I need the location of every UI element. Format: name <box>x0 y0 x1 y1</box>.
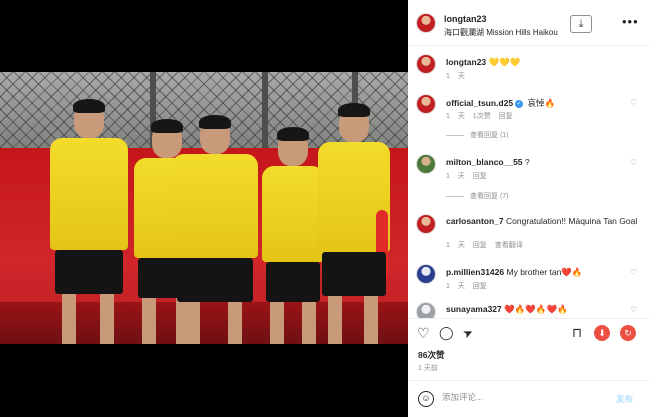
comment-body: ❤️🔥❤️🔥❤️🔥 <box>504 304 568 314</box>
comment-text: longtan23 💛💛💛 <box>446 57 520 68</box>
comment-meta: 1 天 回复 <box>446 281 487 291</box>
player-figure <box>172 115 258 344</box>
comment-icon[interactable]: ◯ <box>439 325 454 341</box>
repost-circle-icon[interactable]: ↻ <box>620 325 636 341</box>
comment-like-icon[interactable]: ♡ <box>630 218 637 227</box>
comment-meta: 1 天 回复 <box>446 171 487 181</box>
comment-text: carlosanton_7 Congratulation!! Máquina T… <box>446 216 642 227</box>
comment-like-icon[interactable]: ♡ <box>630 305 637 314</box>
reply-link[interactable]: 回复 <box>473 242 487 249</box>
comment-text: p.millien31426 My brother tan❤️🔥 <box>446 267 582 278</box>
player-figure <box>262 127 324 344</box>
post-photo[interactable] <box>0 72 408 344</box>
comment-meta: 1 天 回复 查看翻译 <box>446 240 523 250</box>
comment-body: 💛💛💛 <box>488 57 521 67</box>
comment-time: 1 天 <box>446 283 465 290</box>
comment-body: ? <box>524 157 530 167</box>
like-count[interactable]: 86次赞 <box>418 349 444 361</box>
commenter-avatar[interactable] <box>416 94 436 114</box>
post-location[interactable]: 海口觀瀾湖 Mission Hills Haikou <box>444 27 558 38</box>
post-header: longtan23 海口觀瀾湖 Mission Hills Haikou ⤓ •… <box>408 0 650 46</box>
comment-text: sunayama327 ❤️🔥❤️🔥❤️🔥 <box>446 304 568 315</box>
save-icon[interactable]: ⊓ <box>572 325 582 341</box>
comment-like-icon[interactable]: ♡ <box>630 268 637 277</box>
emoji-icon[interactable]: ☺ <box>418 391 434 407</box>
see-translation-link[interactable]: 查看翻译 <box>495 242 523 249</box>
commenter-username[interactable]: official_tsun.d25 <box>446 98 513 108</box>
comment-body: Congratulation!! Máquina Tan Goal <box>506 216 638 226</box>
reply-link[interactable]: 回复 <box>473 173 487 180</box>
commenter-username[interactable]: sunayama327 <box>446 304 502 314</box>
comment-time: 1 天 <box>446 242 465 249</box>
player-figure <box>318 103 390 344</box>
add-comment-bar: ☺ 发布 <box>408 380 650 417</box>
post-date: 1 天前 <box>418 365 438 372</box>
commenter-username[interactable]: p.millien31426 <box>446 267 504 277</box>
comment-like-icon[interactable]: ♡ <box>630 158 637 167</box>
commenter-avatar[interactable] <box>416 214 436 234</box>
share-icon[interactable]: ➤ <box>460 324 476 343</box>
comment-body: 哀悼🔥 <box>527 98 556 108</box>
post-action-bar: ♡ ◯ ➤ ⊓ ⬇ ↻ <box>408 318 650 346</box>
download-button[interactable]: ⤓ <box>570 15 592 33</box>
commenter-username[interactable]: longtan23 <box>446 57 486 67</box>
author-avatar[interactable] <box>416 13 436 33</box>
comment-text: official_tsun.d25 ✓ 哀悼🔥 <box>446 97 555 109</box>
view-replies-link[interactable]: 查看回复 (1) <box>446 130 509 140</box>
download-icon: ⤓ <box>578 17 584 30</box>
comment-meta: 1 天 1次赞 回复 <box>446 111 513 121</box>
comment-text: milton_blanco__55 ? <box>446 157 530 167</box>
post-detail-panel: longtan23 海口觀瀾湖 Mission Hills Haikou ⤓ •… <box>408 0 650 417</box>
commenter-username[interactable]: carlosanton_7 <box>446 216 504 226</box>
comment-item: sunayama327 ❤️🔥❤️🔥❤️🔥 ♡ <box>408 300 650 318</box>
commenter-avatar[interactable] <box>416 154 436 174</box>
commenter-avatar[interactable] <box>416 54 436 74</box>
comment-like-icon[interactable]: ♡ <box>630 98 637 107</box>
player-figure <box>50 99 128 344</box>
author-username[interactable]: longtan23 <box>444 14 487 24</box>
post-comment-button[interactable]: 发布 <box>616 393 633 405</box>
commenter-avatar[interactable] <box>416 264 436 284</box>
more-options-icon[interactable]: ••• <box>622 14 639 29</box>
view-replies-link[interactable]: 查看回复 (7) <box>446 191 509 201</box>
commenter-avatar[interactable] <box>416 302 436 318</box>
comment-time: 1 天 <box>446 113 465 120</box>
reply-link[interactable]: 回复 <box>499 113 513 120</box>
post-media <box>0 0 408 417</box>
comment-time: 1 天 <box>446 73 465 80</box>
commenter-username[interactable]: milton_blanco__55 <box>446 157 523 167</box>
like-icon[interactable]: ♡ <box>417 325 430 341</box>
comment-time: 1 天 <box>446 173 465 180</box>
verified-badge-icon: ✓ <box>515 99 524 108</box>
reply-link[interactable]: 回复 <box>473 283 487 290</box>
like-count-link[interactable]: 1次赞 <box>473 113 491 120</box>
comment-input[interactable] <box>442 392 602 402</box>
download-circle-icon[interactable]: ⬇ <box>594 325 610 341</box>
comment-body: My brother tan❤️🔥 <box>506 267 583 277</box>
